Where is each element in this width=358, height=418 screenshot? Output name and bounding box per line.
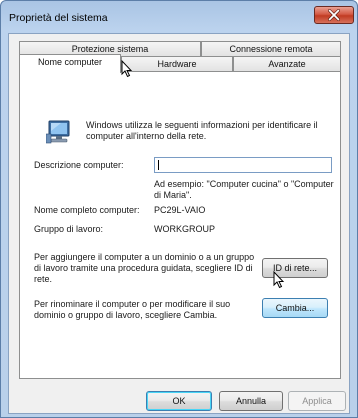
tab-connessione-remota[interactable]: Connessione remota xyxy=(201,41,341,57)
full-name-label: Nome completo computer: xyxy=(34,205,140,215)
tab-nome-computer[interactable]: Nome computer xyxy=(19,54,121,73)
computer-description-input[interactable] xyxy=(154,157,332,173)
apply-button[interactable]: Applica xyxy=(288,391,346,411)
intro-text: Windows utilizza le seguenti informazion… xyxy=(86,120,318,141)
tab-hardware[interactable]: Hardware xyxy=(121,56,233,72)
system-properties-window: Proprietà del sistema Protezione sistema… xyxy=(0,0,358,418)
tab-avanzate[interactable]: Avanzate xyxy=(233,56,341,72)
change-button[interactable]: Cambia... xyxy=(262,298,328,318)
close-icon xyxy=(328,9,340,21)
ok-button[interactable]: OK xyxy=(146,391,212,411)
network-id-button[interactable]: ID di rete... xyxy=(262,258,328,278)
workgroup-value: WORKGROUP xyxy=(154,224,216,234)
title-bar[interactable]: Proprietà del sistema xyxy=(1,1,357,33)
description-label: Descrizione computer: xyxy=(34,160,124,170)
dialog-client-area: Protezione sistema Connessione remota No… xyxy=(8,33,350,414)
mouse-pointer-icon xyxy=(121,60,133,78)
text-caret xyxy=(158,160,159,170)
window-title: Proprietà del sistema xyxy=(9,12,108,24)
tab-panel-nome-computer: Windows utilizza le seguenti informazion… xyxy=(19,71,341,379)
full-name-value: PC29L-VAIO xyxy=(154,205,206,215)
domain-join-text: Per aggiungere il computer a un dominio … xyxy=(34,252,255,284)
workgroup-label: Gruppo di lavoro: xyxy=(34,224,104,234)
mouse-pointer-icon xyxy=(273,271,285,289)
rename-text: Per rinominare il computer o per modific… xyxy=(34,299,231,320)
cancel-button[interactable]: Annulla xyxy=(219,391,283,411)
description-example-text: Ad esempio: "Computer cucina" o "Compute… xyxy=(154,179,334,200)
close-button[interactable] xyxy=(314,6,354,24)
computer-monitor-icon xyxy=(46,120,70,144)
